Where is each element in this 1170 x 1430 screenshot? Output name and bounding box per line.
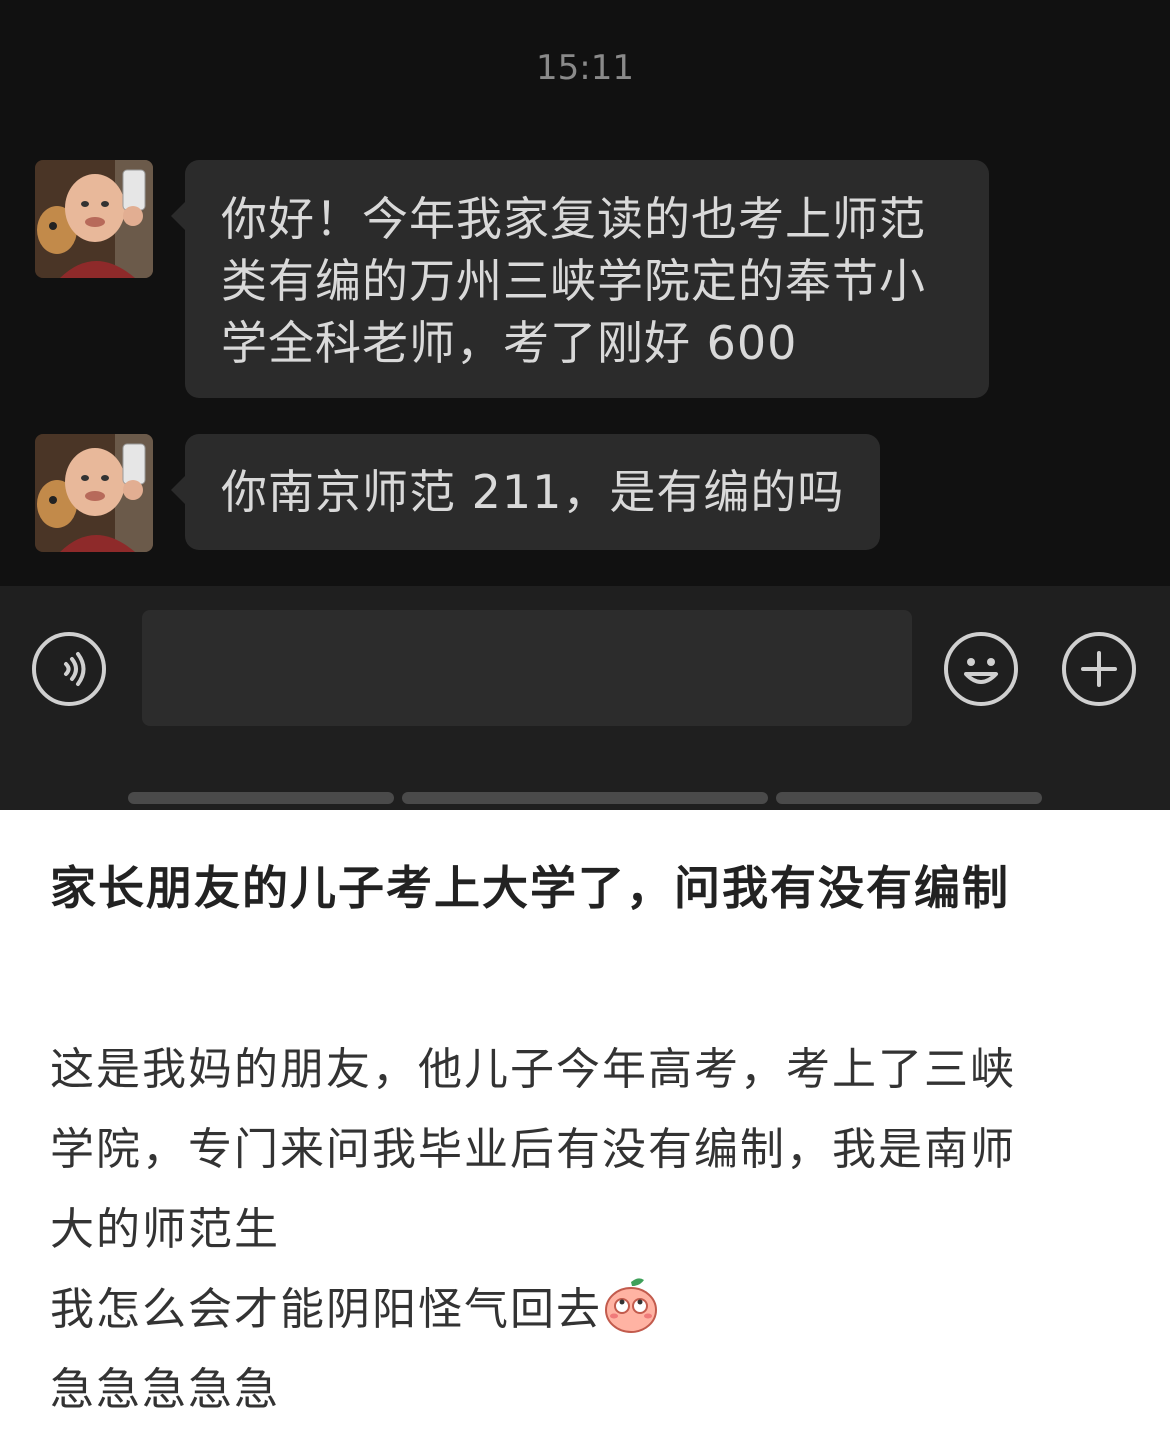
chat-bubble-incoming[interactable]: 你南京师范 211，是有编的吗 <box>170 434 881 550</box>
message-text-line: 学全科老师，考了刚好 600 <box>221 316 798 370</box>
avatar[interactable] <box>35 160 153 278</box>
plus-icon[interactable] <box>1062 632 1136 706</box>
avatar[interactable] <box>35 434 153 552</box>
post-body-line: 我怎么会才能阴阳怪气回去 <box>50 1270 1130 1350</box>
peach-eyeroll-emoji-icon <box>602 1276 660 1334</box>
message-text-line: 你好！今年我家复读的也考上师范 <box>221 192 926 246</box>
post-title: 家长朋友的儿子考上大学了，问我有没有编制 <box>50 861 1010 915</box>
post-body: 这是我妈的朋友，他儿子今年高考，考上了三峡 学院，专门来问我毕业后有没有编制，我… <box>50 1030 1130 1430</box>
message-text-line: 类有编的万州三峡学院定的奉节小 <box>221 254 926 308</box>
message-input[interactable] <box>142 610 912 726</box>
voice-icon[interactable] <box>32 632 106 706</box>
post-body-line: 学院，专门来问我毕业后有没有编制，我是南师 <box>50 1124 1016 1175</box>
panel-divider <box>402 792 768 804</box>
message-text-line: 你南京师范 211，是有编的吗 <box>221 465 845 519</box>
panel-divider <box>128 792 394 804</box>
chat-bubble-incoming[interactable]: 你好！今年我家复读的也考上师范 类有编的万州三峡学院定的奉节小 学全科老师，考了… <box>171 160 989 398</box>
post-body-line: 这是我妈的朋友，他儿子今年高考，考上了三峡 <box>50 1044 1016 1095</box>
emoji-icon[interactable] <box>944 632 1018 706</box>
message-timestamp: 15:11 <box>536 48 634 88</box>
chat-screenshot: 15:11 你好！今年我家复读的也考上师范 类有编的万州三峡学院定的奉节小 学全… <box>0 0 1170 586</box>
chat-input-bar <box>0 586 1170 810</box>
post-body-line: 大的师范生 <box>50 1204 280 1255</box>
post-body-line-text: 我怎么会才能阴阳怪气回去 <box>50 1284 602 1335</box>
panel-divider <box>776 792 1042 804</box>
post-body-line: 急急急急急 <box>50 1364 280 1415</box>
